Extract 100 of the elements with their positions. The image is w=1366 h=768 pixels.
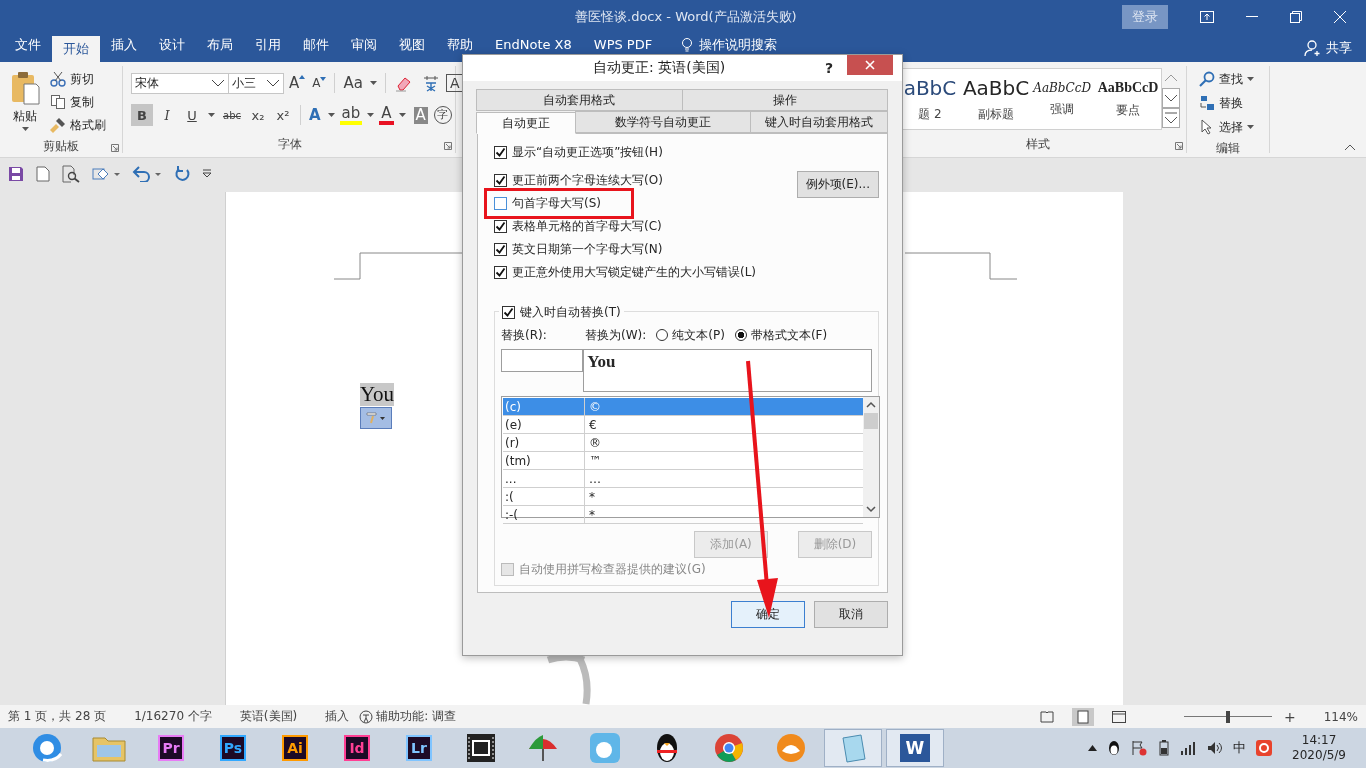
shrink-font-button[interactable]: A [310, 76, 329, 90]
checkbox[interactable] [494, 220, 507, 233]
print-preview-icon[interactable] [62, 165, 80, 183]
ribbon-tab[interactable]: EndNote X8 [484, 36, 583, 62]
checkbox[interactable] [502, 306, 515, 319]
scrollbar-thumb[interactable] [864, 413, 878, 429]
zoom-slider-thumb[interactable] [1225, 710, 1230, 723]
read-mode-icon[interactable] [1039, 710, 1054, 723]
caret-icon[interactable] [1247, 77, 1254, 81]
tell-me-search[interactable]: 操作说明搜索 [699, 36, 778, 54]
word-count[interactable]: 1/16270 个字 [134, 708, 212, 725]
input-method-indicator[interactable]: 中 [1233, 739, 1247, 757]
caret-icon[interactable] [21, 127, 29, 131]
help-button[interactable]: ? [824, 60, 833, 76]
ribbon-tab[interactable]: 插入 [100, 36, 148, 62]
more-styles-icon[interactable] [1162, 108, 1180, 128]
clock-time[interactable]: 14:17 [1301, 733, 1337, 748]
print-layout-icon[interactable] [1071, 707, 1094, 726]
replace-with-field[interactable]: You [583, 349, 872, 392]
collapse-ribbon-icon[interactable] [1344, 144, 1356, 151]
insert-mode[interactable]: 插入 [325, 708, 350, 725]
penguin-icon[interactable] [1107, 740, 1122, 756]
caret-icon[interactable] [367, 113, 375, 117]
dialog-launcher-icon[interactable] [444, 142, 452, 150]
checkbox[interactable] [494, 197, 507, 210]
battery-icon[interactable] [1157, 740, 1172, 756]
dialog-tab[interactable]: 自动套用格式 [476, 89, 683, 111]
list-row[interactable]: ... … [503, 470, 863, 488]
close-icon[interactable] [1334, 11, 1346, 23]
caret-icon[interactable] [327, 113, 335, 117]
grow-font-button[interactable]: A [287, 74, 308, 92]
taskbar-app[interactable]: Lr [390, 729, 448, 767]
ribbon-tab[interactable]: 视图 [388, 36, 436, 62]
ribbon-display-icon[interactable] [1200, 11, 1214, 23]
shapes-icon[interactable] [92, 166, 120, 182]
format-button[interactable]: x² [272, 104, 294, 126]
style-item[interactable]: AaBbC 副标题 [962, 69, 1030, 129]
cancel-button[interactable]: 取消 [814, 601, 888, 628]
format-button[interactable]: abc [220, 104, 244, 126]
scroll-up-icon[interactable] [866, 401, 876, 409]
checkbox-label[interactable]: 更正意外使用大写锁定键产生的大小写错误(L) [512, 264, 757, 281]
checkbox[interactable] [494, 174, 507, 187]
format-painter-button[interactable]: 格式刷 [48, 114, 108, 136]
checkbox-label[interactable]: 句首字母大写(S) [512, 195, 601, 212]
accessibility-status[interactable]: 辅助功能: 调查 [376, 708, 457, 725]
change-case-button[interactable]: Aa [341, 74, 365, 92]
sogou-icon[interactable] [1256, 740, 1273, 756]
format-button[interactable]: x₂ [247, 104, 269, 126]
checkbox-label[interactable]: 显示“自动更正选项”按钮(H) [512, 144, 663, 161]
clock-date[interactable]: 2020/5/9 [1292, 748, 1346, 763]
replace-field[interactable] [501, 349, 584, 372]
highlight-color-button[interactable]: ab [339, 105, 363, 125]
volume-icon[interactable] [1207, 741, 1224, 755]
format-button[interactable]: B [131, 104, 153, 126]
list-row[interactable]: :( * [503, 488, 863, 506]
save-icon[interactable] [8, 166, 24, 182]
page-count[interactable]: 第 1 页，共 28 页 [8, 708, 107, 725]
font-size-dropdown[interactable]: 小三 [228, 72, 284, 94]
replace-button[interactable]: 替换 [1197, 92, 1245, 114]
find-button[interactable]: 查找 [1197, 68, 1245, 90]
taskbar-app[interactable]: Id [328, 729, 386, 767]
close-button[interactable] [847, 55, 893, 75]
taskbar-app[interactable]: Pr [142, 729, 200, 767]
customize-toolbar-icon[interactable] [202, 169, 212, 179]
dialog-tab[interactable]: 数学符号自动更正 [575, 111, 751, 133]
text-effects-button[interactable]: A [307, 104, 323, 126]
ribbon-tab[interactable]: 文件 [4, 36, 52, 62]
radio-button[interactable] [656, 329, 669, 341]
zoom-level[interactable]: 114% [1323, 709, 1358, 724]
zoom-in-button[interactable]: + [1283, 708, 1296, 725]
dialog-tab[interactable]: 操作 [681, 89, 888, 111]
ribbon-tab[interactable]: 审阅 [340, 36, 388, 62]
select-button[interactable]: 选择 [1197, 116, 1245, 138]
checkbox[interactable] [494, 243, 507, 256]
radio-label[interactable]: 带格式文本(F) [750, 326, 828, 344]
cut-button[interactable]: 剪切 [48, 68, 108, 90]
ribbon-tab[interactable]: 开始 [52, 36, 100, 62]
font-color-button[interactable]: A [379, 105, 394, 125]
scrollbar[interactable] [863, 397, 879, 517]
share-button[interactable]: 共享 [1304, 39, 1352, 57]
list-row[interactable]: :-( * [503, 506, 863, 524]
undo-icon[interactable] [132, 166, 162, 182]
checkbox-label[interactable]: 更正前两个字母连续大写(O) [512, 172, 663, 189]
style-item[interactable]: AaBbCcD 要点 [1095, 69, 1161, 129]
caret-icon[interactable] [369, 81, 377, 85]
list-row[interactable]: (e) € [503, 416, 863, 434]
checkbox-label[interactable]: 英文日期第一个字母大写(N) [512, 241, 663, 258]
dialog-tab[interactable]: 键入时自动套用格式 [750, 111, 888, 133]
exceptions-button[interactable]: 例外项(E)... [796, 171, 879, 198]
checkbox[interactable] [494, 266, 507, 279]
web-layout-icon[interactable] [1111, 710, 1126, 723]
style-item[interactable]: AaBbCcD 强调 [1029, 69, 1096, 129]
ribbon-tab[interactable]: 布局 [196, 36, 244, 62]
new-document-icon[interactable] [36, 166, 50, 182]
font-name-dropdown[interactable]: 宋体 [131, 72, 229, 94]
dialog-tab[interactable]: 自动更正 [476, 112, 576, 134]
format-button[interactable]: I [156, 104, 178, 126]
language-status[interactable]: 英语(美国) [239, 708, 298, 725]
scroll-down-icon[interactable] [866, 505, 876, 513]
redo-icon[interactable] [174, 166, 190, 182]
